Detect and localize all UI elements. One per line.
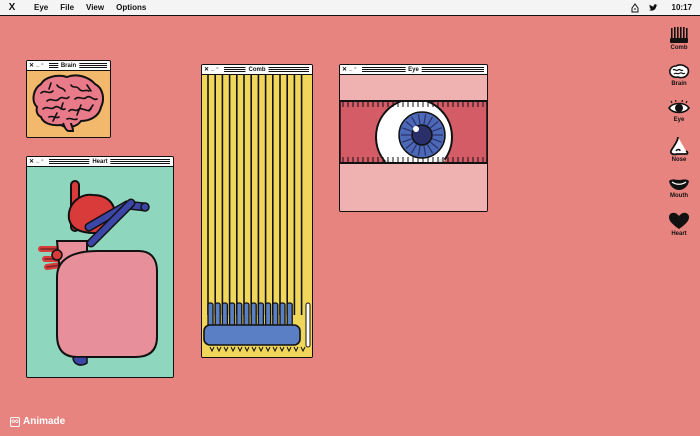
dock-item-brain[interactable]: Brain [666, 64, 692, 87]
window-title: Comb [245, 65, 269, 74]
minimize-icon[interactable]: _ [36, 158, 39, 165]
dock-item-mouth[interactable]: Mouth [666, 176, 692, 199]
window-title: Brain [57, 61, 80, 70]
dock-item-eye[interactable]: Eye [666, 100, 692, 123]
close-icon[interactable]: ✕ [29, 158, 34, 165]
dock-item-nose[interactable]: Nose [666, 136, 692, 163]
twitter-icon[interactable] [648, 3, 658, 13]
dock-item-label: Heart [671, 231, 687, 237]
dock-item-label: Comb [670, 45, 688, 51]
heart-illustration [38, 180, 158, 366]
brain-titlebar[interactable]: ✕ _ ▫ Brain [27, 61, 110, 71]
menu-eye[interactable]: Eye [34, 3, 48, 12]
heart-canvas [27, 167, 173, 377]
minimize-icon[interactable]: _ [349, 66, 352, 73]
heart-icon [669, 212, 689, 229]
eye-titlebar[interactable]: ✕ _ ▫ Eye [340, 65, 487, 75]
mouth-icon [669, 179, 689, 190]
dock-item-comb[interactable]: Comb [666, 26, 692, 51]
maximize-icon[interactable]: ▫ [216, 66, 218, 73]
menu-view[interactable]: View [86, 3, 104, 12]
window-title: Eye [405, 65, 422, 74]
maximize-icon[interactable]: ▫ [41, 62, 43, 69]
dock-item-label: Mouth [670, 193, 688, 199]
animade-logo[interactable]: oo Animade [10, 416, 65, 427]
eye-illustration [340, 75, 487, 210]
eye-icon [668, 100, 690, 114]
comb-canvas [202, 75, 312, 357]
comb-illustration [202, 75, 312, 356]
comb-titlebar[interactable]: ✕ _ ▫ Comb [202, 65, 312, 75]
brand-name: Animade [23, 416, 66, 427]
heart-window[interactable]: ✕ _ ▫ Heart [26, 156, 174, 378]
close-icon[interactable]: ✕ [204, 66, 209, 73]
comb-icon [670, 27, 688, 43]
heart-titlebar[interactable]: ✕ _ ▫ Heart [27, 157, 173, 167]
maximize-icon[interactable]: ▫ [354, 66, 356, 73]
dock-item-label: Nose [671, 157, 687, 163]
window-title: Heart [89, 157, 111, 166]
minimize-icon[interactable]: _ [36, 62, 39, 69]
animade-mark-icon: oo [10, 416, 20, 427]
menu-options[interactable]: Options [116, 3, 146, 12]
dock-item-label: Eye [673, 117, 685, 123]
dock-item-heart[interactable]: Heart [666, 212, 692, 237]
dock: Comb Brain Eye Nose Mouth Heart [666, 26, 692, 250]
nose-icon [669, 136, 689, 156]
brain-icon [669, 64, 690, 79]
menu-file[interactable]: File [60, 3, 74, 12]
recycle-icon[interactable] [630, 2, 640, 13]
close-icon[interactable]: ✕ [29, 62, 34, 69]
comb-window[interactable]: ✕ _ ▫ Comb [201, 64, 313, 358]
eye-canvas [340, 75, 487, 211]
clock: 10:17 [671, 3, 692, 12]
brain-illustration [32, 74, 104, 132]
menubar: X Eye File View Options 10:17 [0, 0, 700, 16]
brain-window[interactable]: ✕ _ ▫ Brain [26, 60, 111, 138]
maximize-icon[interactable]: ▫ [41, 158, 43, 165]
dock-item-label: Brain [671, 81, 687, 87]
eye-window[interactable]: ✕ _ ▫ Eye [339, 64, 488, 212]
minimize-icon[interactable]: _ [211, 66, 214, 73]
close-icon[interactable]: ✕ [342, 66, 347, 73]
brain-canvas [27, 71, 110, 137]
app-logo[interactable]: X [2, 2, 22, 13]
